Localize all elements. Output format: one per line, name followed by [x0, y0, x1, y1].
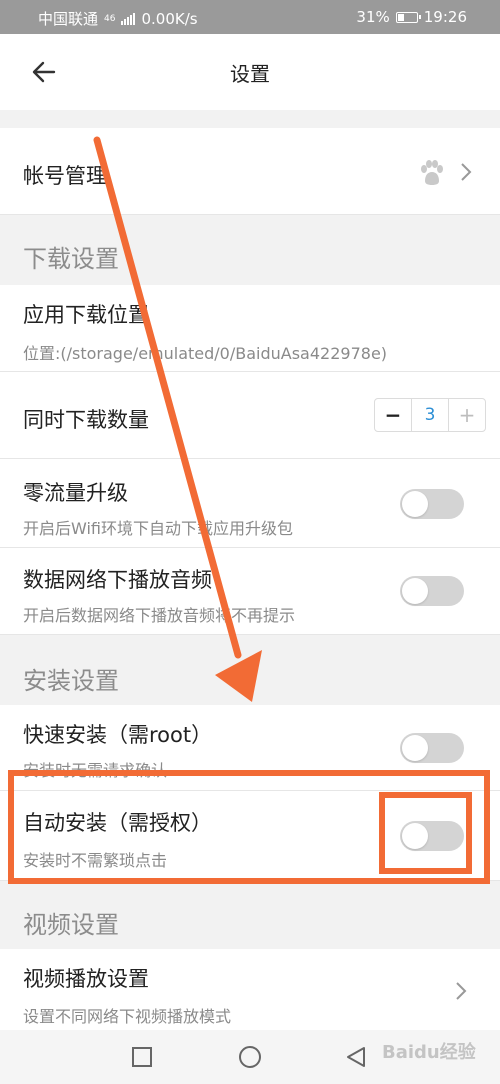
circle-icon[interactable]	[238, 1045, 262, 1073]
app-bar: 设置	[0, 34, 500, 110]
battery-percent: 31%	[356, 8, 390, 26]
square-icon[interactable]	[131, 1046, 153, 1072]
quick-install-row: 快速安装（需root） 安装时无需请求确认	[0, 705, 500, 791]
clock: 19:26	[423, 8, 467, 26]
quick-install-desc: 安装时无需请求确认	[23, 761, 168, 780]
carrier-label: 中国联通	[38, 10, 99, 28]
network-speed: 0.00K/s	[141, 9, 198, 28]
watermark-logo: Baidu经验	[382, 1042, 476, 1063]
mobile-audio-row: 数据网络下播放音频 开启后数据网络下播放音频将不再提示	[0, 548, 500, 635]
account-management-row[interactable]: 帐号管理	[0, 128, 500, 215]
auto-install-toggle[interactable]	[400, 821, 464, 851]
section-title-download: 下载设置	[23, 245, 119, 273]
video-playback-desc: 设置不同网络下视频播放模式	[23, 1007, 232, 1026]
video-playback-label: 视频播放设置	[23, 967, 149, 991]
mobile-audio-label: 数据网络下播放音频	[23, 568, 212, 592]
section-title-video: 视频设置	[23, 911, 119, 939]
section-header-video: 视频设置	[0, 881, 500, 949]
section-title-install: 安装设置	[23, 667, 119, 695]
download-location-path: 位置:(/storage/emulated/0/BaiduAsa422978e)	[23, 344, 388, 363]
page-title: 设置	[230, 62, 270, 86]
download-location-label: 应用下载位置	[23, 303, 149, 327]
zero-traffic-upgrade-toggle[interactable]	[400, 489, 464, 519]
battery-icon	[395, 11, 421, 23]
download-count-stepper: − 3 +	[374, 398, 486, 432]
download-location-row[interactable]: 应用下载位置 位置:(/storage/emulated/0/BaiduAsa4…	[0, 285, 500, 372]
download-count-value: 3	[424, 405, 436, 425]
signal-icon	[121, 12, 136, 25]
quick-install-toggle[interactable]	[400, 733, 464, 763]
zero-traffic-upgrade-row: 零流量升级 开启后Wifi环境下自动下载应用升级包	[0, 459, 500, 548]
chevron-right-icon	[457, 160, 475, 184]
zero-traffic-upgrade-label: 零流量升级	[23, 481, 128, 505]
video-playback-row[interactable]: 视频播放设置 设置不同网络下视频播放模式	[0, 949, 500, 1030]
decrement-button[interactable]: −	[375, 399, 412, 431]
quick-install-label: 快速安装（需root）	[23, 723, 213, 747]
chevron-right-icon	[452, 979, 470, 1003]
concurrent-downloads-label: 同时下载数量	[23, 408, 149, 432]
account-management-label: 帐号管理	[23, 164, 107, 188]
baidu-paw-icon	[418, 160, 446, 190]
mobile-audio-desc: 开启后数据网络下播放音频将不再提示	[23, 606, 296, 625]
auto-install-label: 自动安装（需授权）	[23, 811, 212, 835]
status-bar: 中国联通 46 0.00K/s 31% 19:26	[0, 0, 500, 34]
increment-button[interactable]: +	[448, 399, 485, 431]
section-header-download: 下载设置	[0, 215, 500, 285]
auto-install-desc: 安装时不需繁琐点击	[23, 851, 168, 870]
auto-install-row: 自动安装（需授权） 安装时不需繁琐点击	[0, 791, 500, 881]
section-header-install: 安装设置	[0, 635, 500, 705]
triangle-back-icon[interactable]	[344, 1045, 368, 1073]
zero-traffic-upgrade-desc: 开启后Wifi环境下自动下载应用升级包	[23, 519, 293, 538]
mobile-audio-toggle[interactable]	[400, 576, 464, 606]
network-type: 46	[104, 13, 116, 24]
